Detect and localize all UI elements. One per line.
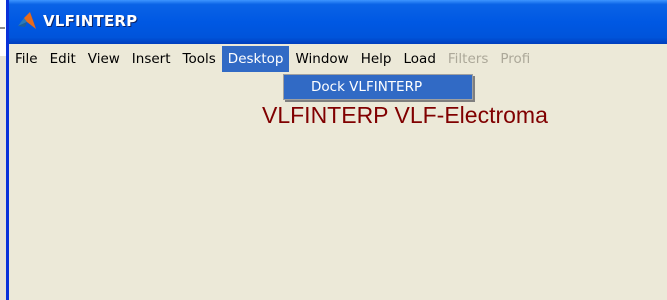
window-title: VLFINTERP — [43, 12, 138, 30]
menu-view[interactable]: View — [82, 46, 126, 72]
edge-tick — [0, 27, 5, 29]
menu-edit[interactable]: Edit — [44, 46, 82, 72]
menu-file[interactable]: File — [9, 46, 44, 72]
menu-filters[interactable]: Filters — [442, 46, 494, 72]
desktop-menu-dropdown: Dock VLFINTERP — [283, 74, 473, 100]
menu-help[interactable]: Help — [355, 46, 398, 72]
menu-insert[interactable]: Insert — [126, 46, 177, 72]
figure-title: VLFINTERP VLF-Electroma — [262, 102, 548, 128]
app-window: VLFINTERP File Edit View Insert Tools De… — [6, 0, 667, 300]
menu-tools[interactable]: Tools — [177, 46, 222, 72]
title-bar[interactable]: VLFINTERP — [9, 0, 667, 44]
menu-bar: File Edit View Insert Tools Desktop Wind… — [9, 44, 667, 74]
matlab-logo-icon — [18, 12, 36, 29]
menu-profiles[interactable]: Profi — [494, 46, 536, 72]
menu-load[interactable]: Load — [398, 46, 442, 72]
menu-window[interactable]: Window — [289, 46, 354, 72]
menu-desktop[interactable]: Desktop — [221, 46, 290, 72]
dock-figure-menu-item[interactable]: Dock VLFINTERP — [284, 75, 472, 99]
